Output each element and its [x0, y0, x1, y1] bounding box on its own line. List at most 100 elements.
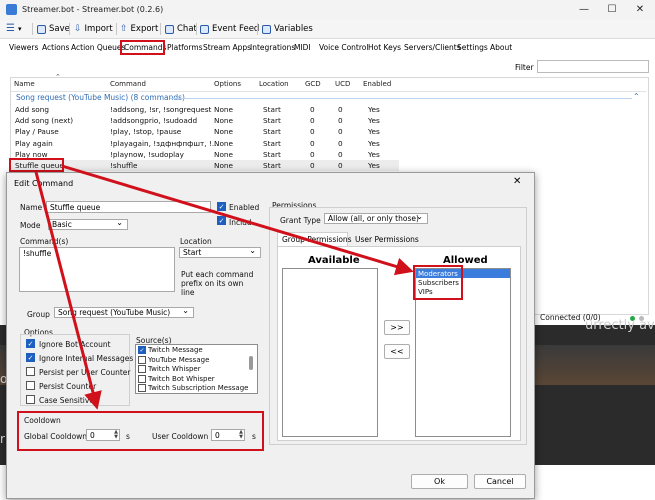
filter-input[interactable] — [537, 60, 649, 73]
option-checkbox[interactable] — [26, 381, 35, 390]
source-checkbox[interactable] — [138, 355, 146, 364]
sources-scrollbar[interactable] — [249, 356, 253, 370]
include-checkbox[interactable]: ✓ — [217, 216, 226, 225]
variables-button[interactable]: Variables — [262, 22, 313, 36]
col-header-name[interactable]: Name — [14, 80, 35, 88]
cell-options: None — [214, 149, 234, 159]
tab-midi[interactable]: MIDI — [294, 43, 311, 52]
toolbar-divider — [69, 23, 70, 35]
close-icon[interactable]: ✕ — [626, 2, 654, 18]
option-checkbox[interactable] — [26, 367, 35, 376]
cell-ucd: 0 — [338, 161, 343, 170]
source-checkbox[interactable] — [138, 374, 146, 383]
tab-viewers[interactable]: Viewers — [9, 43, 38, 52]
option-label: Persist Counter — [39, 382, 97, 391]
option-checkbox[interactable]: ✓ — [26, 353, 35, 362]
col-header-enabled[interactable]: Enabled — [363, 80, 391, 88]
tab-servers-clients[interactable]: Servers/Clients — [404, 43, 461, 52]
location-hint: Put each command prefix on its own line — [181, 270, 254, 297]
collapse-chevron-icon[interactable]: ⌃ — [633, 92, 640, 101]
cell-gcd: 0 — [310, 161, 315, 170]
header-divider — [11, 91, 646, 92]
export-icon: ⇧ — [120, 24, 128, 34]
cell-gcd: 0 — [310, 127, 315, 137]
option-checkbox[interactable] — [26, 395, 35, 404]
window-title: Streamer.bot - Streamer.bot (0.2.6) — [22, 5, 164, 14]
remove-permission-button[interactable]: << — [384, 344, 410, 359]
cell-ucd: 0 — [338, 105, 343, 114]
mode-label: Mode — [20, 221, 41, 230]
variables-icon — [262, 24, 271, 34]
cell-enabled: Yes — [368, 138, 380, 148]
cell-location: Start — [263, 149, 281, 159]
enabled-checkbox[interactable]: ✓ — [217, 202, 226, 211]
tab-action-queues[interactable]: Action Queues — [71, 43, 125, 52]
source-label: Twitch Whisper — [148, 365, 201, 373]
cell-ucd: 0 — [338, 149, 343, 159]
cell-gcd: 0 — [310, 116, 315, 126]
source-checkbox[interactable] — [138, 384, 146, 392]
available-list[interactable] — [282, 268, 378, 437]
location-select[interactable]: Start — [179, 246, 261, 258]
toolbar-divider — [257, 23, 258, 35]
tab-integrations[interactable]: Integrations — [250, 43, 295, 52]
tab-platforms[interactable]: Platforms — [167, 43, 203, 52]
col-header-gcd[interactable]: GCD — [305, 80, 321, 88]
toolbar: ☰ ▾ Save ⇩ Import ⇧ Export Chat Event Feed … — [0, 20, 655, 39]
event-feed-icon — [200, 24, 209, 34]
tab-voice-control[interactable]: Voice Control — [319, 43, 368, 52]
group-divider — [170, 98, 632, 99]
event-feed-button[interactable]: Event Feed — [200, 22, 259, 36]
source-checkbox[interactable]: ✓ — [138, 346, 146, 354]
cell-gcd: 0 — [310, 105, 315, 114]
cell-name: Play again — [15, 138, 53, 148]
tab-user-permissions[interactable]: User Permissions — [355, 235, 419, 244]
option-label: Ignore Internal Messages — [39, 354, 134, 363]
commands-textarea[interactable]: !shuffle — [19, 247, 175, 292]
col-header-location[interactable]: Location — [259, 80, 289, 88]
tab-stream-apps[interactable]: Stream Apps — [203, 43, 251, 52]
dialog-close-icon[interactable]: ✕ — [513, 176, 521, 187]
cell-location: Start — [263, 127, 281, 137]
cancel-button[interactable]: Cancel — [474, 474, 526, 489]
col-header-ucd[interactable]: UCD — [335, 80, 350, 88]
app-logo-icon — [6, 4, 17, 15]
add-permission-button[interactable]: >> — [384, 320, 410, 335]
tab-group-permissions-label: Group Permissions — [282, 235, 352, 244]
tab-hot-keys[interactable]: Hot Keys — [368, 43, 401, 52]
tab-actions[interactable]: Actions — [42, 43, 69, 52]
name-input[interactable]: Stuffle queue — [46, 201, 211, 213]
save-button[interactable]: Save — [37, 22, 70, 36]
location-label: Location — [180, 237, 212, 246]
group-select[interactable]: Song request (YouTube Music) — [54, 306, 194, 318]
import-button[interactable]: ⇩ Import — [74, 22, 113, 36]
option-checkbox[interactable]: ✓ — [26, 339, 35, 348]
toolbar-divider — [32, 23, 33, 35]
commands-tab-highlight — [120, 40, 165, 55]
minimize-icon[interactable]: — — [570, 2, 598, 18]
toolbar-divider — [196, 23, 197, 35]
maximize-icon[interactable]: ☐ — [598, 2, 626, 18]
selected-command-highlight — [9, 158, 64, 172]
source-checkbox[interactable] — [138, 365, 146, 373]
menu-button[interactable]: ☰ ▾ — [6, 22, 21, 36]
col-header-command[interactable]: Command — [110, 80, 146, 88]
cooldown-highlight — [17, 411, 264, 451]
include-label: Includ — [229, 218, 252, 227]
cell-options: None — [214, 138, 234, 148]
cell-enabled: Yes — [368, 105, 380, 114]
tab-settings[interactable]: Settings — [457, 43, 488, 52]
ok-button[interactable]: Ok — [411, 474, 468, 489]
grant-type-select[interactable]: Allow (all, or only those) — [324, 212, 428, 224]
cell-command: !addsong, !sr, !songrequest — [110, 105, 212, 114]
mode-select[interactable]: Basic — [48, 218, 128, 230]
col-header-options[interactable]: Options — [214, 80, 241, 88]
command-group-header[interactable]: Song request (YouTube Music) (8 commands… — [16, 93, 185, 102]
option-label: Persist per User Counter — [39, 368, 131, 377]
cell-command: !playnow, !sudoplay — [110, 149, 184, 159]
tab-about[interactable]: About — [490, 43, 512, 52]
cell-enabled: Yes — [368, 116, 380, 126]
export-button[interactable]: ⇧ Export — [120, 22, 158, 36]
chat-button[interactable]: Chat — [165, 22, 197, 36]
name-label: Name — [20, 203, 43, 212]
